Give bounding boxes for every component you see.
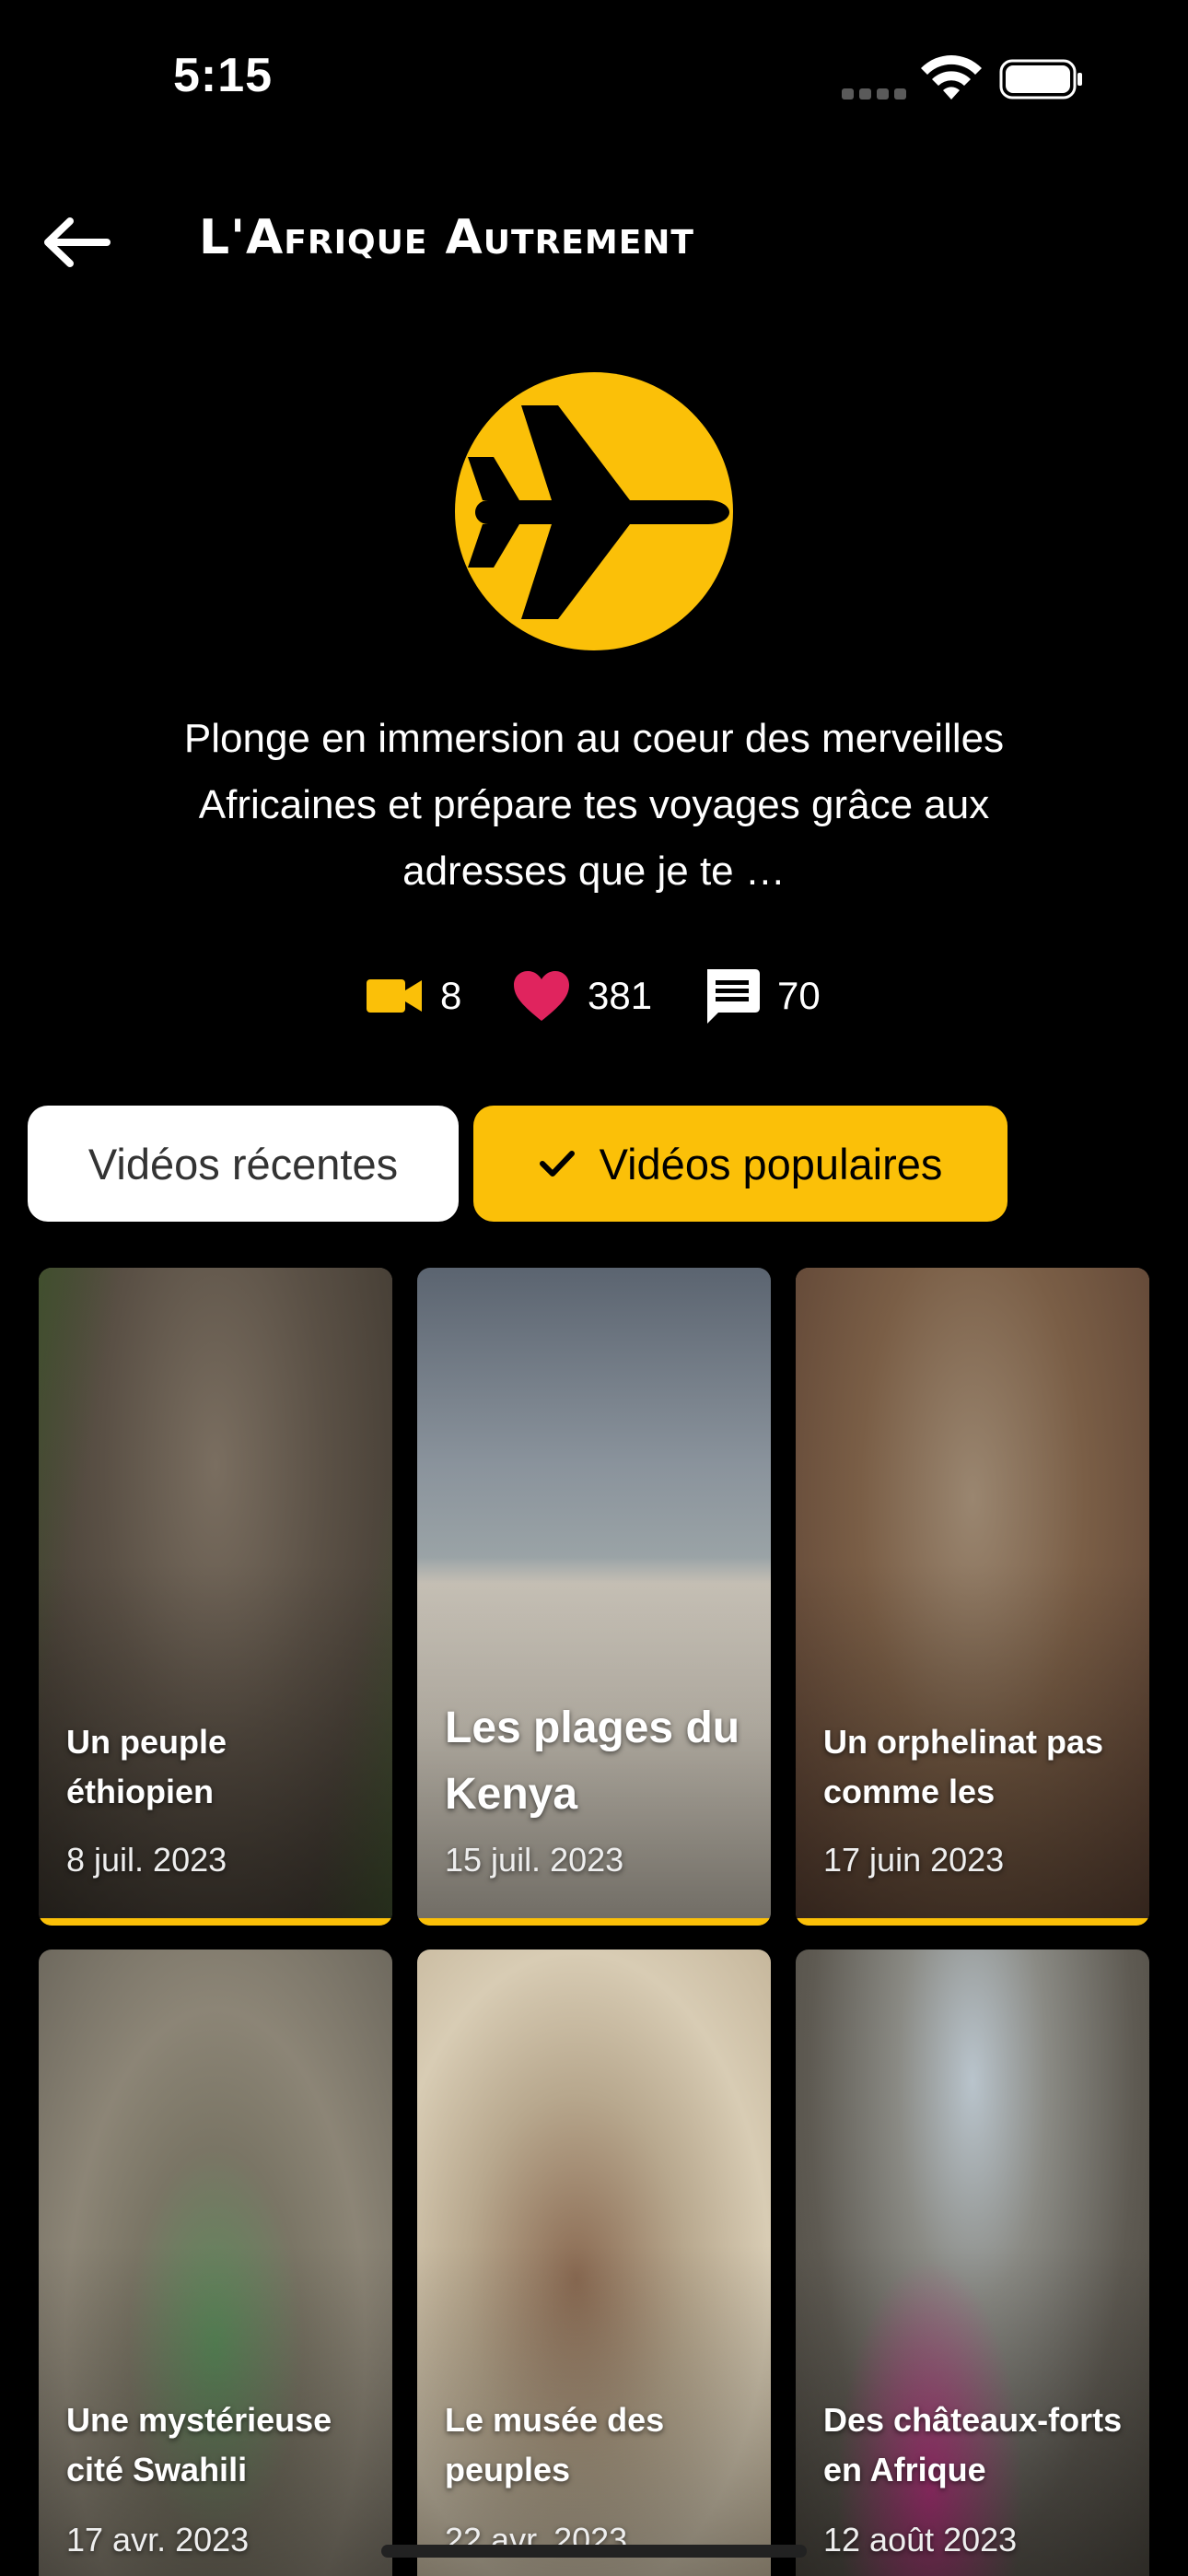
progress-bar — [417, 1918, 771, 1926]
back-arrow-icon[interactable] — [33, 210, 116, 275]
comment-icon — [707, 969, 760, 1024]
comments-count: 70 — [777, 974, 821, 1017]
channel-description: Plonge en immersion au coeur des merveil… — [183, 716, 1005, 894]
progress-bar — [796, 1918, 1149, 1926]
video-title: Le musée des peuples — [445, 2401, 665, 2488]
likes-count: 381 — [588, 974, 653, 1017]
battery-icon — [999, 59, 1082, 100]
video-title: Une mystérieuse cité Swahili — [66, 2401, 332, 2488]
heart-icon — [514, 971, 569, 1021]
wifi-icon — [921, 55, 982, 100]
airplane-icon — [468, 405, 729, 619]
page-title: L'Afrique Autrement — [199, 210, 694, 265]
progress-bar — [39, 1918, 392, 1926]
tab-popular-videos[interactable]: Vidéos populaires — [473, 1106, 1007, 1222]
cellular-signal-icon — [842, 88, 906, 100]
home-indicator[interactable] — [381, 2545, 807, 2558]
tab-recent-videos[interactable]: Vidéos récentes — [28, 1106, 459, 1222]
channel-stats: 8 381 70 — [0, 964, 1188, 1028]
video-date: 15 juil. 2023 — [445, 1841, 624, 1879]
stat-likes: 381 — [512, 964, 652, 1028]
tab-popular-label: Vidéos populaires — [599, 1139, 943, 1188]
video-card[interactable]: Des châteaux-forts en Afrique 12 août 20… — [796, 1950, 1149, 2576]
video-date: 8 juil. 2023 — [66, 1841, 227, 1879]
video-card[interactable]: Un orphelinat pas comme les 17 juin 2023 — [796, 1268, 1149, 1926]
video-card[interactable]: Les plages du Kenya 15 juil. 2023 — [417, 1268, 771, 1926]
video-card[interactable]: Le musée des peuples 22 avr. 2023 — [417, 1950, 771, 2576]
status-time: 5:15 — [173, 49, 274, 102]
video-title: Les plages du Kenya — [445, 1704, 740, 1819]
stat-comments: 70 — [702, 964, 821, 1028]
video-title: Un peuple éthiopien — [66, 1723, 227, 1810]
video-date: 17 juin 2023 — [823, 1841, 1005, 1879]
videos-count: 8 — [440, 974, 462, 1017]
video-card[interactable]: Un peuple éthiopien 8 juil. 2023 — [39, 1268, 392, 1926]
video-card[interactable]: Une mystérieuse cité Swahili 17 avr. 202… — [39, 1950, 392, 2576]
check-icon — [539, 1151, 575, 1177]
video-camera-icon — [367, 979, 422, 1013]
video-title: Des châteaux-forts en Afrique — [823, 2401, 1123, 2488]
header: L'Afrique Autrement — [0, 184, 1188, 304]
video-date: 17 avr. 2023 — [66, 2521, 250, 2558]
video-filter-tabs: Vidéos récentes Vidéos populaires — [0, 1106, 1188, 1225]
channel-avatar — [455, 372, 733, 650]
status-bar: 5:15 — [0, 0, 1188, 157]
video-date: 12 août 2023 — [823, 2521, 1018, 2558]
stat-videos: 8 — [367, 964, 461, 1028]
tab-recent-label: Vidéos récentes — [87, 1139, 399, 1188]
video-title: Un orphelinat pas comme les — [823, 1723, 1104, 1810]
